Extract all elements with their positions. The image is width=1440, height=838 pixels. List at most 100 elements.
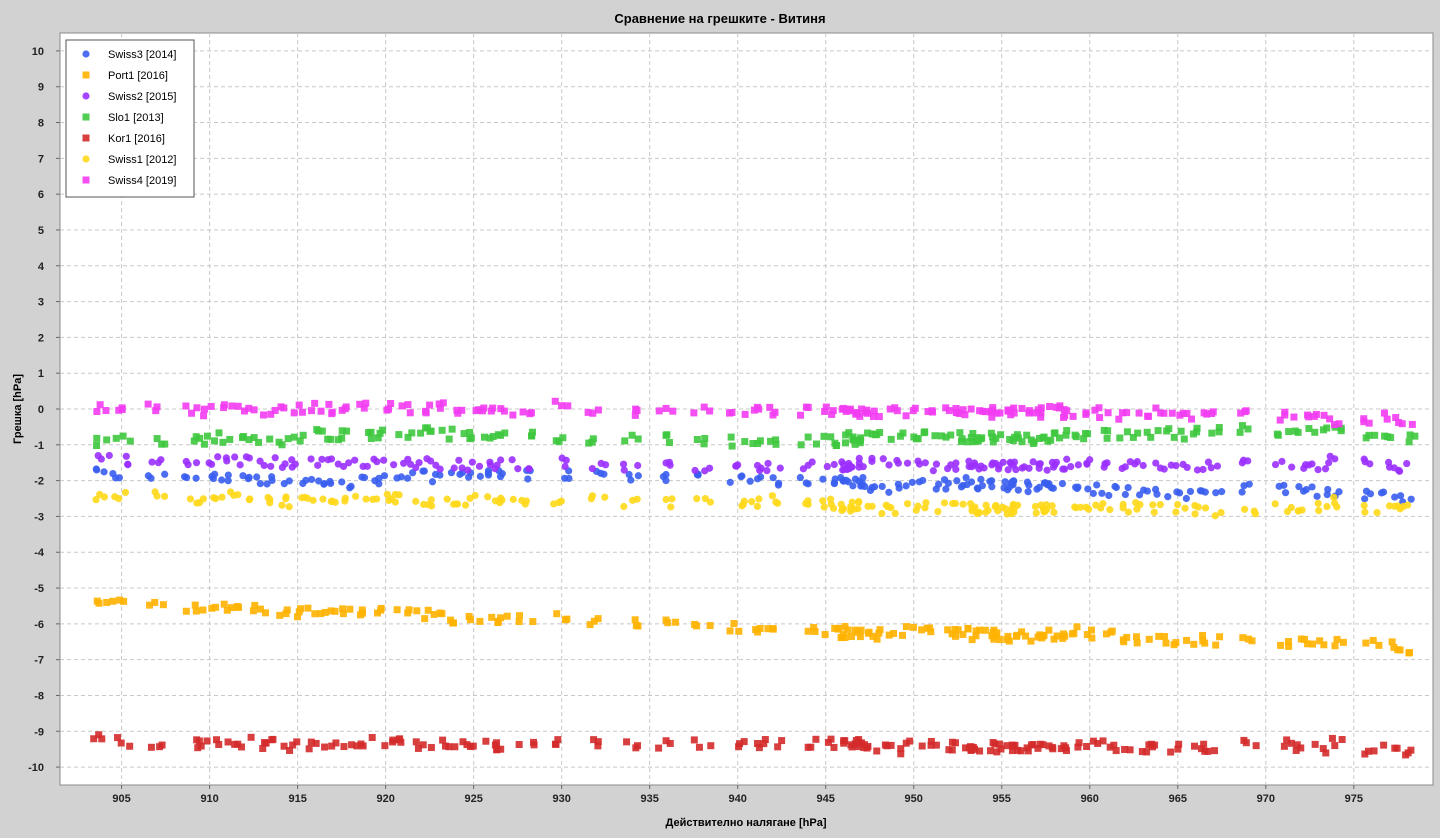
data-point bbox=[100, 468, 108, 476]
data-point bbox=[707, 742, 715, 750]
data-point bbox=[873, 635, 881, 643]
data-point bbox=[1250, 507, 1258, 515]
data-point bbox=[830, 479, 838, 487]
data-point bbox=[1315, 507, 1323, 515]
data-point bbox=[828, 410, 836, 418]
data-point bbox=[1213, 462, 1222, 470]
data-point bbox=[879, 455, 887, 463]
data-point bbox=[1380, 741, 1388, 749]
data-point bbox=[151, 488, 159, 496]
data-point bbox=[469, 742, 477, 750]
data-point bbox=[192, 474, 200, 482]
legend-marker bbox=[82, 92, 90, 100]
data-point bbox=[218, 476, 226, 484]
data-point bbox=[466, 435, 474, 443]
data-point bbox=[668, 495, 676, 503]
data-point bbox=[891, 404, 899, 412]
data-point bbox=[1047, 484, 1056, 492]
data-point bbox=[1331, 642, 1339, 650]
data-point bbox=[1098, 489, 1106, 497]
data-point bbox=[1121, 490, 1129, 499]
data-point bbox=[267, 462, 275, 470]
data-point bbox=[1126, 746, 1134, 754]
data-point bbox=[982, 508, 990, 516]
data-point bbox=[356, 400, 364, 408]
legend-entry: Swiss4 [2019] bbox=[108, 175, 176, 187]
data-point bbox=[1314, 499, 1322, 507]
data-point bbox=[188, 409, 196, 417]
data-point bbox=[283, 606, 291, 614]
data-point bbox=[1333, 635, 1341, 643]
data-point bbox=[449, 619, 457, 627]
data-point bbox=[997, 745, 1005, 753]
data-point bbox=[802, 479, 810, 487]
data-point bbox=[1099, 737, 1107, 745]
data-point bbox=[351, 456, 359, 464]
data-point bbox=[952, 459, 960, 467]
data-point bbox=[1324, 485, 1332, 494]
data-point bbox=[439, 736, 447, 744]
data-point bbox=[565, 474, 573, 483]
data-point bbox=[395, 431, 403, 439]
data-point bbox=[268, 736, 276, 744]
data-point bbox=[662, 476, 670, 485]
data-point bbox=[876, 626, 884, 634]
data-point bbox=[332, 739, 340, 747]
data-point bbox=[969, 438, 977, 446]
data-point bbox=[741, 410, 749, 418]
data-point bbox=[192, 459, 201, 467]
data-point bbox=[1133, 639, 1141, 647]
data-point bbox=[601, 493, 609, 501]
data-point bbox=[235, 603, 243, 611]
data-point bbox=[1236, 428, 1244, 436]
y-tick-label: 0 bbox=[38, 404, 44, 416]
data-point bbox=[486, 434, 494, 442]
data-point bbox=[914, 457, 922, 465]
data-point bbox=[1275, 482, 1283, 490]
data-point bbox=[1082, 410, 1090, 418]
data-point bbox=[1022, 632, 1030, 640]
data-point bbox=[115, 494, 123, 503]
data-point bbox=[346, 605, 354, 613]
data-point bbox=[932, 460, 941, 468]
data-point bbox=[144, 400, 152, 408]
data-point bbox=[1280, 742, 1288, 750]
data-point bbox=[739, 500, 747, 509]
data-point bbox=[932, 485, 940, 493]
data-point bbox=[693, 495, 701, 503]
data-point bbox=[940, 499, 949, 507]
data-point bbox=[959, 631, 967, 639]
data-point bbox=[352, 492, 360, 500]
data-point bbox=[338, 478, 346, 486]
y-axis-label: Грешка [hPa] bbox=[12, 374, 24, 444]
data-point bbox=[763, 467, 771, 475]
data-point bbox=[397, 738, 405, 746]
data-point bbox=[812, 440, 820, 448]
data-point bbox=[1149, 501, 1157, 509]
data-point bbox=[1131, 460, 1139, 468]
data-point bbox=[774, 481, 783, 489]
data-point bbox=[594, 615, 602, 623]
data-point bbox=[705, 464, 714, 472]
data-point bbox=[118, 404, 126, 412]
data-point bbox=[1242, 739, 1250, 747]
data-point bbox=[1238, 459, 1246, 467]
data-point bbox=[212, 603, 220, 611]
data-point bbox=[308, 407, 316, 415]
data-point bbox=[1237, 409, 1245, 417]
data-point bbox=[977, 475, 985, 484]
data-point bbox=[1143, 487, 1151, 495]
data-point bbox=[339, 462, 348, 471]
data-point bbox=[1375, 641, 1383, 649]
data-point bbox=[559, 434, 567, 442]
data-point bbox=[1360, 501, 1368, 510]
data-point bbox=[1403, 459, 1411, 468]
data-point bbox=[497, 614, 505, 622]
data-point bbox=[1311, 740, 1319, 748]
data-point bbox=[701, 435, 709, 443]
data-point bbox=[1273, 430, 1281, 438]
data-point bbox=[390, 461, 398, 469]
data-point bbox=[275, 438, 283, 446]
data-point bbox=[160, 492, 169, 500]
data-point bbox=[1180, 435, 1188, 443]
